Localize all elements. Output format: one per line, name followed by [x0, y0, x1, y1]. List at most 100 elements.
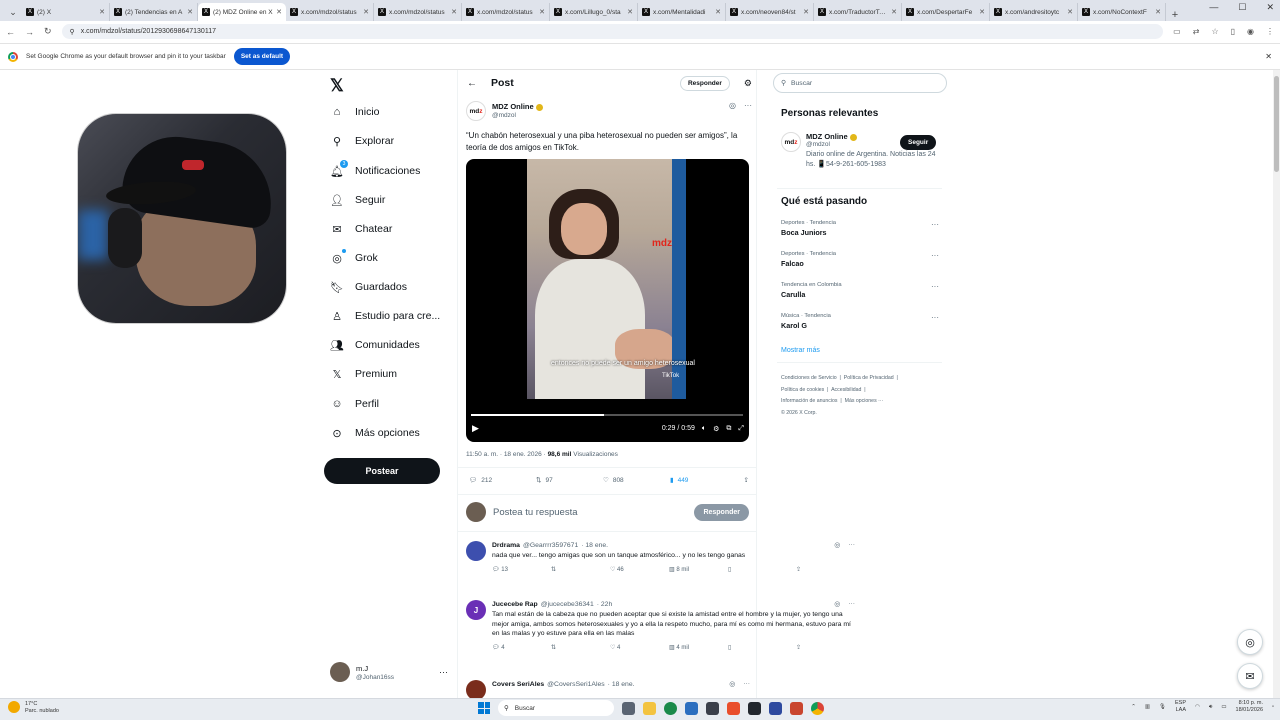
profile-icon[interactable]: ◉: [1247, 27, 1254, 36]
settings-sliders-icon[interactable]: ⚙: [744, 78, 752, 89]
wifi-icon[interactable]: ◠: [1195, 704, 1200, 710]
share-icon[interactable]: ⇪: [796, 566, 855, 573]
ads-info-link[interactable]: Información de anuncios: [781, 398, 838, 404]
site-info-icon[interactable]: ⚲: [70, 28, 75, 36]
back-arrow-icon[interactable]: ←: [467, 78, 477, 89]
cookies-link[interactable]: Política de cookies: [781, 387, 824, 393]
browser-tab[interactable]: Xx.com/mdzol/status ✕: [462, 3, 550, 21]
reply-action[interactable]: 💬︎ 212: [469, 476, 536, 485]
nav-item-guardados[interactable]: 🔖︎ Guardados: [330, 280, 407, 294]
tab-close-icon[interactable]: ✕: [979, 8, 985, 16]
forward-icon[interactable]: →: [25, 27, 34, 37]
menu-icon[interactable]: ⋮: [1266, 27, 1274, 36]
grok-fab-icon[interactable]: ◎: [1237, 629, 1263, 655]
browser-tab[interactable]: X (2) Tendencias en A ✕: [110, 3, 198, 21]
maximize-icon[interactable]: ☐: [1238, 2, 1246, 13]
reply-author-name[interactable]: Jucecebe Rap: [492, 601, 538, 608]
reply-input[interactable]: Postea tu respuesta: [493, 507, 578, 518]
star-icon[interactable]: ☆: [1211, 27, 1218, 36]
nav-item-premium[interactable]: 𝕏 Premium: [330, 367, 397, 381]
nav-item-más-opciones[interactable]: ⊙ Más opciones: [330, 426, 419, 440]
file-explorer-icon[interactable]: [643, 701, 656, 715]
repost-action[interactable]: ⇅: [551, 566, 610, 573]
reply-submit-button[interactable]: Responder: [694, 503, 749, 521]
post-button[interactable]: Postear: [324, 458, 440, 484]
store-icon[interactable]: [685, 701, 698, 715]
network-icon[interactable]: ▥: [1145, 704, 1150, 710]
weather-widget[interactable]: 17°C Parc. nublado: [8, 701, 59, 715]
reply-avatar[interactable]: [466, 680, 486, 700]
bookmark-icon[interactable]: ▯: [728, 644, 787, 651]
reply-author-name[interactable]: Drdrama: [492, 542, 520, 549]
bookmark-action[interactable]: ▮ 449: [670, 476, 737, 485]
nav-item-chatear[interactable]: ✉ Chatear: [330, 222, 392, 236]
brave-icon[interactable]: [727, 701, 740, 715]
tab-close-icon[interactable]: ✕: [451, 8, 457, 16]
edge-icon[interactable]: [664, 701, 677, 715]
tab-close-icon[interactable]: ✕: [1067, 8, 1073, 16]
tab-close-icon[interactable]: ✕: [891, 8, 897, 16]
pip-icon[interactable]: ⧉: [726, 425, 731, 433]
video-progress-bar[interactable]: [471, 414, 743, 416]
app-icon[interactable]: [706, 701, 719, 715]
chrome-taskbar-icon[interactable]: [811, 701, 824, 715]
sidebar-icon[interactable]: ▯: [1231, 27, 1235, 36]
back-icon[interactable]: ←: [6, 27, 15, 37]
reply-post[interactable]: Covers SeriAles @CoversSeri1Ales · 18 ene.…: [466, 680, 750, 700]
more-icon[interactable]: ···: [439, 667, 448, 677]
tab-close-icon[interactable]: ✕: [803, 8, 809, 16]
grok-icon[interactable]: ◎: [834, 600, 840, 608]
tab-close-icon[interactable]: ✕: [715, 8, 721, 16]
notifications-icon[interactable]: ▫: [1272, 704, 1274, 710]
messages-fab-icon[interactable]: ✉: [1237, 663, 1263, 689]
browser-tab[interactable]: Xx.com/neoven84/st ✕: [726, 3, 814, 21]
author-avatar[interactable]: md z: [466, 101, 486, 121]
minimize-icon[interactable]: —: [1209, 2, 1218, 13]
app3-icon[interactable]: [790, 701, 803, 715]
bookmark-icon[interactable]: ▯: [728, 566, 787, 573]
install-icon[interactable]: ▭: [1173, 27, 1181, 36]
set-default-button[interactable]: Set as default: [233, 48, 291, 65]
browser-tab[interactable]: Xx.com/Lillugo_0/sta ✕: [550, 3, 638, 21]
task-view-icon[interactable]: [622, 701, 635, 715]
browser-tab[interactable]: Xx.com/Mentalidadi ✕: [638, 3, 726, 21]
nav-item-perfil[interactable]: ☺ Perfil: [330, 397, 379, 411]
nav-item-seguir[interactable]: 👤︎ Seguir: [330, 193, 385, 207]
footer-more-link[interactable]: Más opciones ···: [845, 398, 884, 404]
clock[interactable]: 8:10 p. m. 18/01/2026: [1236, 700, 1264, 714]
x-logo[interactable]: 𝕏: [330, 76, 344, 96]
trend-item[interactable]: Deportes · Tendencia Boca Juniors ···: [781, 220, 941, 237]
nav-item-grok[interactable]: ◎ Grok: [330, 249, 378, 265]
reply-avatar[interactable]: J: [466, 600, 486, 620]
share-icon[interactable]: ⇪: [744, 476, 749, 484]
mic-icon[interactable]: 🎙︎: [1159, 704, 1166, 710]
language-indicator[interactable]: ESP LAA: [1175, 700, 1186, 714]
obs-icon[interactable]: [748, 701, 761, 715]
tab-close-icon[interactable]: ✕: [539, 8, 545, 16]
reply-post[interactable]: J Jucecebe Rap @jucecebe36341 · 22h ◎ ··· T…: [466, 600, 855, 651]
url-field[interactable]: ⚲ x.com/mdzol/status/2012930698647130117: [61, 24, 1164, 39]
tab-close-icon[interactable]: ✕: [1155, 8, 1161, 16]
reply-action[interactable]: 💬︎ 13: [492, 566, 551, 573]
share-icon[interactable]: ⇪: [796, 644, 855, 651]
trend-item[interactable]: Deportes · Tendencia Falcao ···: [781, 251, 941, 268]
battery-icon[interactable]: ▭: [1221, 704, 1226, 710]
volume-icon[interactable]: 🔈︎: [702, 425, 706, 433]
video-settings-icon[interactable]: ⚙: [713, 425, 719, 433]
post-timestamp[interactable]: 11:50 a. m. · 18 ene. 2026 ·: [466, 451, 546, 458]
privacy-link[interactable]: Política de Privacidad: [844, 375, 894, 381]
infobar-close-icon[interactable]: ✕: [1265, 52, 1272, 61]
trend-more-icon[interactable]: ···: [931, 313, 939, 322]
browser-tab[interactable]: Xx.com/TraductorTeAl ✕: [814, 3, 902, 21]
browser-tab[interactable]: Xx.com/NoContextF ✕: [1078, 3, 1166, 21]
trend-more-icon[interactable]: ···: [931, 220, 939, 229]
reload-icon[interactable]: ↻: [44, 26, 52, 37]
browser-tab[interactable]: Xx.com/mdzol/status ✕: [374, 3, 462, 21]
grok-icon[interactable]: ◎: [834, 541, 840, 549]
like-action[interactable]: ♡ 4: [610, 644, 669, 651]
repost-action[interactable]: ⇅: [551, 644, 610, 651]
repost-action[interactable]: ⇅ 97: [536, 476, 603, 485]
views-action[interactable]: ▥ 8 mil: [669, 566, 728, 573]
browser-tab[interactable]: Xx.com/mdzol/status ✕: [286, 3, 374, 21]
author-handle[interactable]: @mdzol: [492, 112, 543, 119]
